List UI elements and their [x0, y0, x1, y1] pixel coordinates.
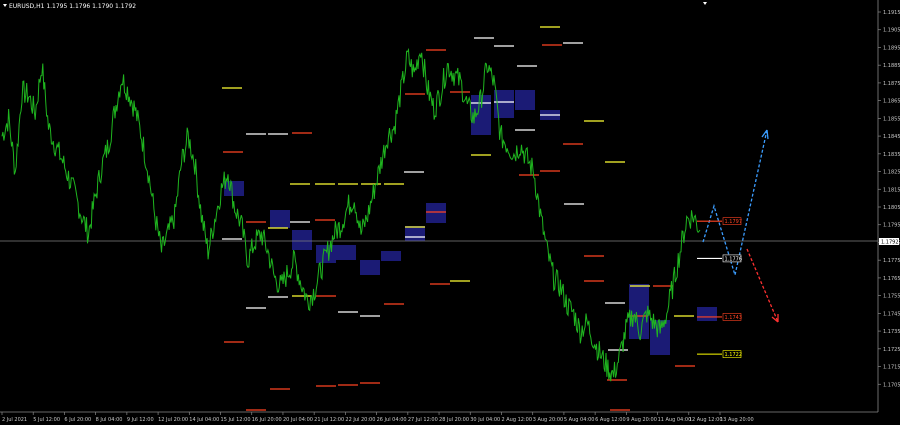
y-tick-label: 1.1865 — [883, 99, 900, 105]
current-price-label: 1.1792 — [881, 240, 899, 246]
x-tick-label: 28 Jul 20:00 — [439, 417, 469, 423]
x-tick-label: 15 Jul 12:00 — [221, 417, 251, 423]
y-tick-label: 1.1885 — [883, 63, 900, 69]
zone-rect — [426, 203, 446, 223]
x-tick-label: 5 Jul 12:00 — [33, 417, 60, 423]
y-tick-label: 1.1835 — [883, 152, 900, 158]
zone-rect — [270, 210, 290, 228]
price-tag-label: 1.1797 — [725, 219, 743, 225]
price-chart[interactable]: 1.1797 1.1776 1.1743 1.1722 1.1915 1.1905 1.1… — [0, 0, 900, 425]
zone-rect — [336, 245, 356, 260]
x-tick-label: 5 Aug 04:00 — [564, 417, 595, 423]
y-tick-label: 1.1725 — [883, 347, 900, 353]
zone-rect — [515, 90, 535, 110]
x-tick-label: 6 Jul 20:00 — [64, 417, 91, 423]
y-tick-label: 1.1755 — [883, 294, 900, 300]
y-tick-label: 1.1735 — [883, 329, 900, 335]
y-tick-label: 1.1915 — [883, 10, 900, 16]
x-tick-label: 16 Jul 20:00 — [252, 417, 282, 423]
x-tick-label: 11 Aug 04:00 — [658, 417, 692, 423]
zone-rect — [381, 251, 401, 261]
chart-background — [0, 0, 900, 425]
zone-rect — [405, 226, 425, 241]
y-tick-label: 1.1845 — [883, 134, 900, 140]
chart-title: EURUSD,H1 1.1795 1.1796 1.1790 1.1792 — [9, 3, 136, 10]
y-tick-label: 1.1805 — [883, 205, 900, 211]
x-tick-label: 9 Jul 12:00 — [127, 417, 154, 423]
y-tick-label: 1.1905 — [883, 28, 900, 34]
x-tick-label: 14 Jul 04:00 — [189, 417, 219, 423]
y-tick-label: 1.1825 — [883, 170, 900, 176]
x-tick-label: 9 Aug 20:00 — [626, 417, 657, 423]
price-tag-label: 1.1776 — [725, 256, 743, 262]
zone-rect — [224, 181, 244, 196]
x-tick-label: 30 Jul 04:00 — [470, 417, 500, 423]
y-tick-label: 1.1745 — [883, 311, 900, 317]
price-tag-label: 1.1743 — [725, 315, 743, 321]
x-tick-label: 26 Jul 04:00 — [377, 417, 407, 423]
y-tick-label: 1.1715 — [883, 365, 900, 371]
x-tick-label: 13 Aug 20:00 — [720, 417, 754, 423]
zone-rect — [697, 307, 717, 321]
x-tick-label: 3 Aug 20:00 — [533, 417, 564, 423]
x-tick-label: 2 Aug 12:00 — [501, 417, 532, 423]
x-tick-label: 2 Jul 2021 — [2, 417, 27, 423]
y-tick-label: 1.1775 — [883, 258, 900, 264]
zone-rect — [292, 230, 312, 250]
x-tick-label: 6 Aug 12:00 — [595, 417, 626, 423]
x-tick-label: 21 Jul 12:00 — [314, 417, 344, 423]
x-tick-label: 12 Aug 12:00 — [689, 417, 723, 423]
y-tick-label: 1.1705 — [883, 382, 900, 388]
zone-rect — [316, 245, 336, 263]
y-tick-label: 1.1895 — [883, 45, 900, 51]
x-tick-label: 12 Jul 20:00 — [158, 417, 188, 423]
x-tick-label: 27 Jul 12:00 — [408, 417, 438, 423]
price-tag-label: 1.1722 — [725, 352, 743, 358]
zone-rect — [360, 260, 380, 275]
x-tick-label: 8 Jul 04:00 — [96, 417, 123, 423]
x-tick-label: 20 Jul 04:00 — [283, 417, 313, 423]
y-tick-label: 1.1795 — [883, 223, 900, 229]
y-tick-label: 1.1855 — [883, 116, 900, 122]
y-tick-label: 1.1875 — [883, 81, 900, 87]
x-tick-label: 22 Jul 20:00 — [345, 417, 375, 423]
y-tick-label: 1.1815 — [883, 187, 900, 193]
y-tick-label: 1.1765 — [883, 276, 900, 282]
